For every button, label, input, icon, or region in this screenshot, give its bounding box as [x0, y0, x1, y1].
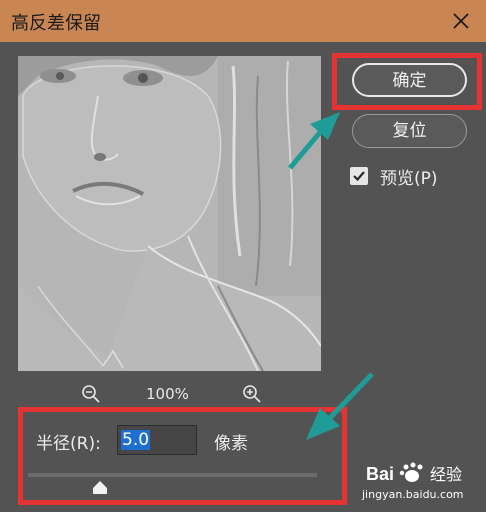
zoom-level-label: 100%: [146, 385, 189, 403]
radius-slider-thumb[interactable]: [92, 480, 108, 495]
dialog-title: 高反差保留: [11, 13, 101, 34]
radius-slider-track[interactable]: [28, 473, 317, 477]
close-icon[interactable]: [448, 8, 474, 34]
checkmark-icon: [353, 171, 365, 182]
radius-highlight-box: [18, 407, 347, 505]
radius-unit-label: 像素: [214, 434, 248, 454]
svg-text:经验: 经验: [430, 465, 462, 484]
radius-value-selected: 5.0: [121, 430, 151, 450]
zoom-in-icon[interactable]: [242, 384, 262, 404]
svg-text:Bai: Bai: [366, 464, 394, 484]
ok-button[interactable]: 确定: [352, 63, 467, 97]
radius-input[interactable]: 5.0: [117, 425, 197, 455]
reset-button[interactable]: 复位: [352, 114, 467, 148]
baidu-jingyan-watermark: Bai 经验 jingyan.baidu.com: [362, 458, 482, 508]
filter-preview-image[interactable]: [18, 56, 321, 371]
watermark-url: jingyan.baidu.com: [362, 488, 464, 501]
preview-checkbox[interactable]: [350, 167, 368, 185]
zoom-out-icon[interactable]: [81, 384, 101, 404]
title-bar: 高反差保留: [0, 0, 486, 42]
preview-checkbox-label[interactable]: 预览(P): [380, 164, 438, 189]
radius-label: 半径(R):: [36, 434, 101, 454]
high-pass-portrait-image: [18, 56, 321, 371]
baidu-jingyan-logo: Bai 经验: [366, 462, 462, 484]
zoom-controls: 100%: [0, 380, 340, 408]
